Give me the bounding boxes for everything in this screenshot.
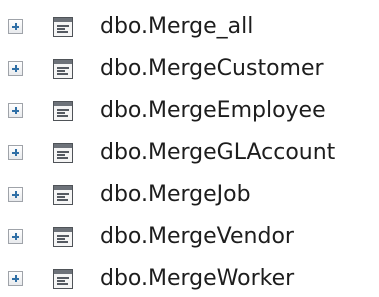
- tree-item-label[interactable]: dbo.MergeVendor: [100, 226, 294, 248]
- plus-icon[interactable]: [8, 103, 23, 118]
- tree-item-merge-job[interactable]: dbo.MergeJob: [0, 174, 379, 216]
- plus-icon[interactable]: [8, 187, 23, 202]
- tree-item-label[interactable]: dbo.MergeJob: [100, 184, 251, 206]
- tree-item-merge-all[interactable]: dbo.Merge_all: [0, 6, 379, 48]
- tree-item-label[interactable]: dbo.MergeCustomer: [100, 58, 324, 80]
- table-icon: [53, 227, 73, 247]
- tree-item-label[interactable]: dbo.MergeGLAccount: [100, 142, 335, 164]
- table-icon: [53, 17, 73, 37]
- plus-icon[interactable]: [8, 145, 23, 160]
- plus-icon[interactable]: [8, 229, 23, 244]
- tree-item-label[interactable]: dbo.MergeWorker: [100, 268, 294, 290]
- viewport-clip: [0, 290, 379, 297]
- tree-item-label[interactable]: dbo.Merge_all: [100, 16, 253, 38]
- tree-item-merge-glaccount[interactable]: dbo.MergeGLAccount: [0, 132, 379, 174]
- table-icon: [53, 59, 73, 79]
- plus-icon[interactable]: [8, 271, 23, 286]
- table-icon: [53, 143, 73, 163]
- plus-icon[interactable]: [8, 19, 23, 34]
- plus-icon[interactable]: [8, 61, 23, 76]
- table-icon: [53, 269, 73, 289]
- object-explorer-tree: dbo.Merge_all dbo.MergeCustomer dbo.Merg…: [0, 0, 379, 297]
- tree-item-label[interactable]: dbo.MergeEmployee: [100, 100, 326, 122]
- tree-item-merge-vendor[interactable]: dbo.MergeVendor: [0, 216, 379, 258]
- tree-item-merge-customer[interactable]: dbo.MergeCustomer: [0, 48, 379, 90]
- tree-item-merge-employee[interactable]: dbo.MergeEmployee: [0, 90, 379, 132]
- table-icon: [53, 185, 73, 205]
- table-icon: [53, 101, 73, 121]
